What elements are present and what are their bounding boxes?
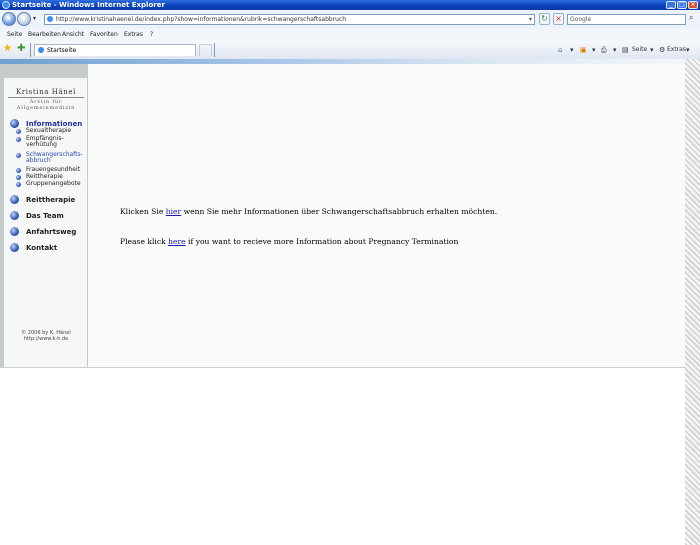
logo-subtitle: Ärztin für Allgemeinmedizin: [16, 99, 76, 111]
address-input[interactable]: http://www.kristinahaenel.de/index.php?s…: [44, 14, 535, 25]
nav-label: Anfahrtsweg: [26, 228, 77, 236]
forward-button[interactable]: ›: [17, 12, 31, 26]
nav-label: Kontakt: [26, 244, 58, 252]
refresh-icon[interactable]: ↻: [539, 13, 550, 25]
site-logo[interactable]: Kristina Hänel Ärztin für Allgemeinmediz…: [8, 88, 84, 111]
english-suffix: if you want to recieve more Information …: [188, 237, 459, 246]
tab-label: Startseite: [47, 47, 77, 54]
nav-label: Reittherapie: [26, 196, 76, 204]
page-menu-label[interactable]: Seite: [632, 46, 647, 54]
search-input[interactable]: Google: [567, 14, 686, 25]
menu-item-favoriten[interactable]: Favoriten: [90, 31, 118, 38]
bullet-icon: [10, 227, 19, 236]
bullet-icon: [16, 182, 21, 187]
english-prefix: Please klick: [120, 237, 166, 246]
vertical-scrollbar[interactable]: [685, 59, 700, 545]
german-suffix: wenn Sie mehr Informationen über Schwang…: [183, 207, 498, 216]
print-icon[interactable]: ⎙: [601, 46, 607, 54]
english-info-line: Please klick here if you want to recieve…: [120, 237, 458, 246]
tools-menu-icon[interactable]: ⚙: [659, 46, 665, 54]
english-info-link[interactable]: here: [168, 237, 186, 246]
address-toolbar: ‹ › ▾ http://www.kristinahaenel.de/index…: [0, 10, 700, 30]
menu-item-ansicht[interactable]: Ansicht: [62, 31, 84, 38]
subnav-label: Gruppenangebote: [26, 180, 81, 187]
german-prefix: Klicken Sie: [120, 207, 164, 216]
german-info-link[interactable]: hier: [166, 207, 181, 216]
stop-icon[interactable]: ×: [553, 13, 564, 25]
bullet-icon: [16, 129, 21, 134]
close-window-button[interactable]: ×: [688, 1, 698, 9]
page-viewport: Kristina Hänel Ärztin für Allgemeinmediz…: [0, 59, 685, 545]
new-tab-button[interactable]: [199, 44, 212, 56]
home-icon[interactable]: ⌂: [558, 46, 562, 54]
copyright-notice: © 2006 by K. Hänel http://www.k-h.de: [8, 330, 84, 342]
subnav-label: Sexualtherapie: [26, 127, 72, 134]
german-info-line: Klicken Sie hier wenn Sie mehr Informati…: [120, 207, 497, 216]
tab-startseite[interactable]: Startseite: [34, 44, 196, 56]
history-dropdown-icon[interactable]: ▾: [33, 15, 36, 22]
tools-menu-label[interactable]: Extras: [667, 46, 686, 54]
toolbar-divider: [214, 43, 215, 57]
add-favorite-icon[interactable]: ✚: [17, 44, 25, 54]
bullet-icon: [16, 153, 21, 158]
toolbar-divider: [30, 43, 31, 57]
bullet-icon: [10, 243, 19, 252]
print-dropdown-icon[interactable]: ▾: [613, 46, 617, 54]
bullet-icon: [16, 168, 21, 173]
window-title: Startseite - Windows Internet Explorer: [12, 1, 165, 9]
bullet-icon: [10, 119, 19, 128]
bullet-icon: [16, 175, 21, 180]
bullet-icon: [10, 211, 19, 220]
bullet-icon: [10, 195, 19, 204]
menu-item-bearbeiten[interactable]: Bearbeiten: [28, 31, 61, 38]
home-dropdown-icon[interactable]: ▾: [570, 46, 574, 54]
address-dropdown-icon[interactable]: ▾: [529, 15, 532, 24]
page-menu-dropdown-icon[interactable]: ▾: [650, 46, 654, 54]
tab-favicon-icon: [38, 47, 44, 53]
page-favicon-icon: [47, 16, 53, 22]
back-button[interactable]: ‹: [2, 12, 16, 26]
search-placeholder: Google: [570, 16, 592, 23]
page-menu-icon[interactable]: ▤: [622, 46, 629, 54]
bullet-icon: [16, 137, 21, 142]
page-bottom-rule: [0, 367, 685, 368]
maximize-button[interactable]: □: [677, 1, 687, 9]
internet-explorer-icon: [2, 1, 10, 9]
menu-item-seite[interactable]: Seite: [7, 31, 22, 38]
menu-item-help[interactable]: ?: [150, 31, 153, 38]
copyright-url[interactable]: http://www.k-h.de: [8, 336, 84, 342]
feeds-dropdown-icon[interactable]: ▾: [592, 46, 596, 54]
tab-bar: ★ ✚ Startseite ⌂ ▾ ▣ ▾ ⎙ ▾ ▤ Seite ▾ ⚙ E…: [0, 41, 700, 60]
address-url-text: http://www.kristinahaenel.de/index.php?s…: [56, 16, 347, 23]
favorites-star-icon[interactable]: ★: [3, 44, 12, 54]
logo-name: Kristina Hänel: [8, 88, 84, 98]
window-title-bar: Startseite - Windows Internet Explorer _…: [0, 0, 700, 10]
search-icon[interactable]: ⌕: [689, 13, 693, 23]
subnav-label-cont: abbruch: [26, 157, 51, 164]
feeds-icon[interactable]: ▣: [580, 46, 587, 54]
tools-dropdown-icon[interactable]: ▾: [686, 46, 690, 54]
nav-label: Das Team: [26, 212, 64, 220]
subnav-label-cont: verhütung: [26, 141, 57, 148]
minimize-button[interactable]: _: [666, 1, 676, 9]
menu-item-extras[interactable]: Extras: [124, 31, 143, 38]
